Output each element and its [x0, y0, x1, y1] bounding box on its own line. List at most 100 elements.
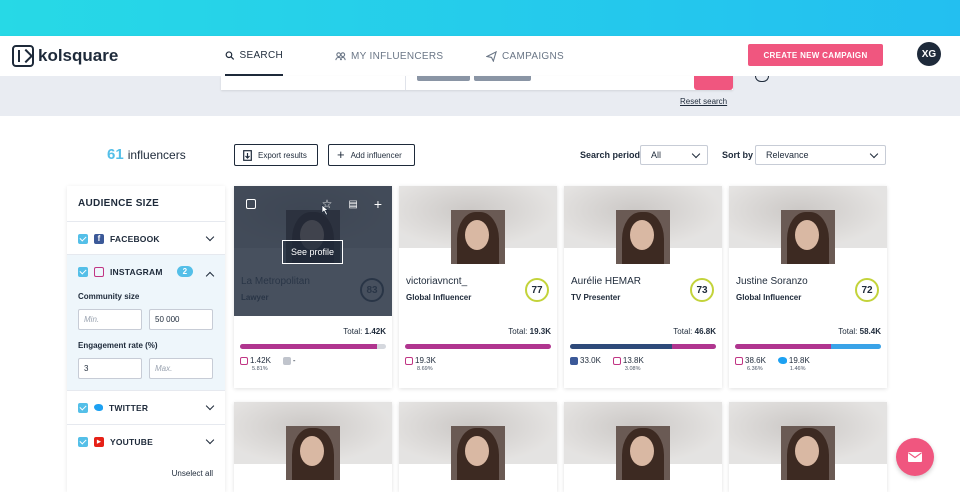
audience-bar: [240, 344, 386, 349]
tab-label: MY INFLUENCERS: [351, 50, 444, 62]
count-number: 61: [107, 146, 124, 163]
search-icon: [225, 50, 235, 60]
profile-photo[interactable]: [286, 426, 340, 480]
chevron-down-icon[interactable]: [205, 401, 215, 411]
total-label: Total:: [343, 327, 363, 336]
influencer-role: TV Presenter: [571, 293, 621, 302]
filter-youtube[interactable]: ▶ YOUTUBE: [67, 424, 225, 458]
chevron-down-icon[interactable]: [205, 435, 215, 445]
profile-photo[interactable]: [451, 210, 505, 264]
search-period-select[interactable]: All: [640, 145, 708, 165]
network-stats: 38.6K 6.36% 19.8K 1.46%: [735, 356, 810, 372]
profile-photo[interactable]: [616, 426, 670, 480]
influencer-name[interactable]: Justine Soranzo: [736, 276, 808, 287]
period-value: All: [651, 150, 662, 160]
engagement-rate-label: Engagement rate (%): [78, 341, 158, 350]
total-audience: Total: 19.3K: [508, 327, 551, 336]
results-count: 61 influencers: [107, 146, 186, 163]
add-influencer-button[interactable]: + Add influencer: [328, 144, 415, 166]
sort-value: Relevance: [766, 150, 809, 160]
total-label: Total:: [673, 327, 693, 336]
network-stat: 19.3K 8.69%: [405, 356, 436, 372]
profile-photo[interactable]: [781, 210, 835, 264]
influencer-card[interactable]: Justine Soranzo Global Influencer 72 Tot…: [729, 186, 887, 388]
influencer-card[interactable]: Aurélie HEMAR TV Presenter 73 Total: 46.…: [564, 186, 722, 388]
stat-value: 19.8K: [788, 356, 810, 365]
influencer-card[interactable]: victoriavncnt_ Global Influencer 77 Tota…: [399, 186, 557, 388]
audience-bar-segment: [735, 344, 832, 349]
plus-icon[interactable]: +: [374, 196, 382, 212]
influencer-card[interactable]: [234, 402, 392, 492]
audience-bar-segment: [672, 344, 716, 349]
community-size-label: Community size: [78, 292, 140, 301]
audience-bar: [405, 344, 551, 349]
see-profile-button[interactable]: See profile: [282, 240, 343, 264]
instagram-checkbox[interactable]: [78, 266, 88, 277]
export-results-button[interactable]: Export results: [234, 144, 318, 166]
facebook-checkbox[interactable]: [78, 233, 88, 244]
total-label: Total:: [838, 327, 858, 336]
twitter-icon: [777, 357, 787, 364]
network-stats: 1.42K 5.81% -: [240, 356, 296, 372]
create-new-campaign-button[interactable]: CREATE NEW CAMPAIGN: [748, 44, 883, 66]
sort-by-label: Sort by: [722, 150, 754, 160]
search-submit-button[interactable]: [694, 76, 733, 90]
stat-value: 33.0K: [580, 356, 601, 365]
chevron-down-icon: [869, 149, 879, 158]
total-value: 58.4K: [859, 327, 881, 336]
influencer-card[interactable]: [399, 402, 557, 492]
tab-label: CAMPAIGNS: [502, 50, 564, 62]
profile-photo[interactable]: [781, 426, 835, 480]
search-period-label: Search period: [580, 150, 641, 160]
export-icon: [243, 149, 252, 161]
influencer-card[interactable]: La Metropolitan Lawyer 83 Total: 1.42K 1…: [234, 186, 392, 388]
audience-bar-segment: [831, 344, 881, 349]
sort-by-select[interactable]: Relevance: [755, 145, 886, 165]
chevron-down-icon[interactable]: [205, 232, 215, 242]
reset-search-link[interactable]: Reset search: [680, 97, 727, 106]
instagram-icon: [735, 356, 743, 365]
twitter-label: TWITTER: [109, 402, 149, 413]
user-avatar[interactable]: XG: [917, 42, 941, 66]
influencer-card[interactable]: [564, 402, 722, 492]
instagram-panel: Community size Min. 50 000 Engagement ra…: [67, 288, 225, 390]
engagement-min-input[interactable]: 3: [78, 358, 142, 379]
card-hover-overlay: ☆ ▤ + See profile: [234, 186, 392, 316]
tab-campaigns[interactable]: CAMPAIGNS: [486, 36, 564, 76]
tab-my-influencers[interactable]: MY INFLUENCERS: [335, 36, 443, 76]
kolsquare-logo[interactable]: kolsquare: [12, 42, 118, 70]
add-label: Add influencer: [350, 150, 402, 160]
select-checkbox[interactable]: [246, 199, 256, 209]
network-stats: 33.0K 13.8K 3.08%: [570, 356, 644, 372]
influencer-name[interactable]: Aurélie HEMAR: [571, 276, 641, 287]
stat-engagement: 3.08%: [624, 366, 641, 372]
chevron-up-icon[interactable]: [205, 271, 215, 281]
search-bar[interactable]: [221, 76, 733, 90]
plus-icon: +: [337, 147, 345, 162]
community-max-input[interactable]: 50 000: [149, 309, 213, 330]
audience-bar: [735, 344, 881, 349]
twitter-checkbox[interactable]: [78, 402, 88, 413]
filter-chip[interactable]: [474, 76, 531, 81]
logo-icon: [12, 45, 34, 67]
top-navbar: kolsquare SEARCH MY INFLUENCERS CAMPAIGN…: [0, 36, 960, 76]
filter-facebook[interactable]: f FACEBOOK: [67, 221, 225, 255]
engagement-max-input[interactable]: Max.: [149, 358, 213, 379]
influencer-name[interactable]: victoriavncnt_: [406, 276, 467, 287]
filter-chip[interactable]: [417, 76, 470, 81]
contact-chat-button[interactable]: [896, 438, 934, 476]
profile-photo[interactable]: [616, 210, 670, 264]
total-audience: Total: 58.4K: [838, 327, 881, 336]
unselect-all-link[interactable]: Unselect all: [172, 469, 213, 478]
filter-instagram[interactable]: INSTAGRAM 2: [67, 254, 225, 288]
community-min-input[interactable]: Min.: [78, 309, 142, 330]
tab-label: SEARCH: [239, 49, 283, 61]
youtube-checkbox[interactable]: [78, 436, 88, 447]
mail-icon: [908, 452, 922, 462]
filter-twitter[interactable]: TWITTER: [67, 390, 225, 424]
document-icon[interactable]: ▤: [348, 199, 357, 210]
tab-search[interactable]: SEARCH: [225, 36, 283, 76]
profile-photo[interactable]: [451, 426, 505, 480]
influencer-card[interactable]: [729, 402, 887, 492]
total-value: 46.8K: [694, 327, 716, 336]
